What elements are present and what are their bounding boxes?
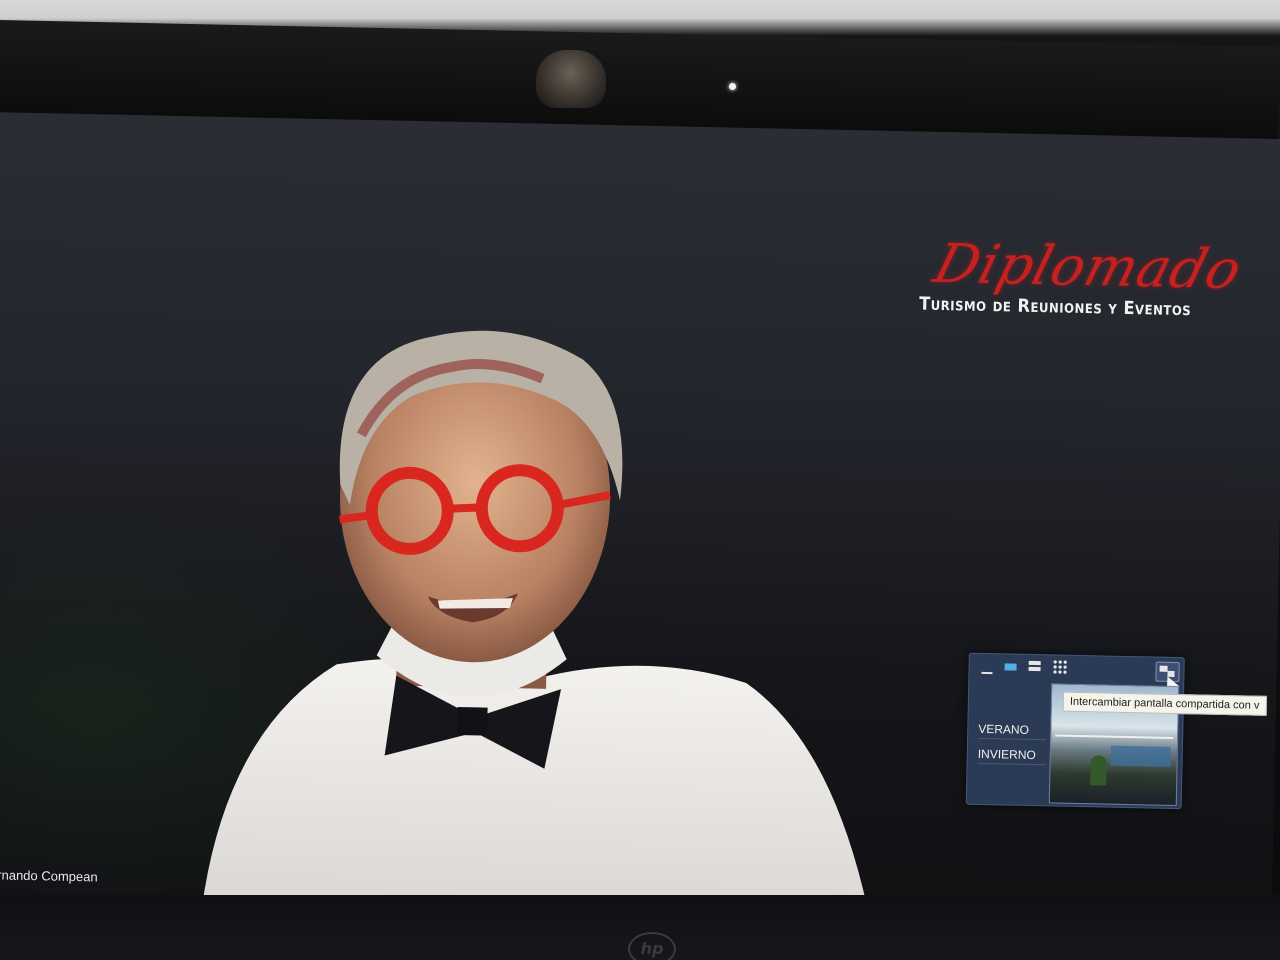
mini-panel-menu: VERANO INVIERNO xyxy=(977,719,1047,771)
speaker-figure xyxy=(201,330,872,926)
split-view-icon[interactable] xyxy=(1027,659,1043,673)
thumb-plant xyxy=(1090,755,1107,786)
thumb-rail xyxy=(1055,734,1174,739)
thumb-sea xyxy=(1110,745,1171,767)
hp-logo: hp xyxy=(628,932,676,960)
minimize-icon[interactable] xyxy=(979,664,995,678)
photo-frame: Diplomado Turismo de Reuniones y Eventos… xyxy=(0,0,1280,960)
menu-item-verano[interactable]: VERANO xyxy=(978,719,1047,741)
diplomado-logo: Diplomado Turismo de Reuniones y Eventos xyxy=(919,232,1249,321)
grid-view-icon[interactable] xyxy=(1052,659,1068,675)
single-view-icon[interactable] xyxy=(1003,660,1019,674)
menu-item-invierno[interactable]: INVIERNO xyxy=(977,744,1046,766)
shared-screen-mini-panel[interactable]: VERANO INVIERNO Intercambiar pantalla co… xyxy=(965,652,1268,810)
swap-tooltip: Intercambiar pantalla compartida con v xyxy=(1062,691,1268,716)
participant-name-tag: ernando Compean xyxy=(0,864,104,888)
meeting-screen: Diplomado Turismo de Reuniones y Eventos… xyxy=(0,112,1280,926)
webcam-icon xyxy=(536,50,606,108)
mini-panel-toolbar xyxy=(969,654,1183,693)
camera-led xyxy=(729,83,736,90)
logo-script: Diplomado xyxy=(927,232,1250,302)
